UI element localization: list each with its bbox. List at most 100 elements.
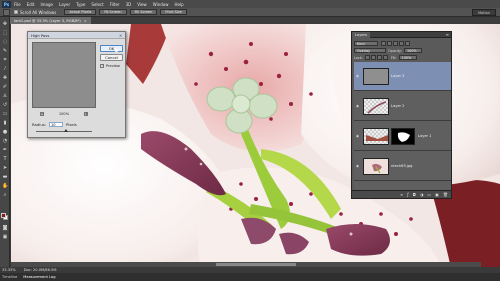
fill-input[interactable]: 100% [398, 55, 417, 60]
workspace-switcher[interactable]: Motion [472, 9, 496, 16]
quick-mask-icon[interactable]: ◙ [2, 225, 8, 231]
history-brush-tool-icon[interactable]: ↺ [2, 102, 8, 108]
new-group-icon[interactable]: ▭ [427, 192, 431, 197]
filter-type-icon[interactable] [393, 41, 398, 46]
layer-name: ntech65.jpg [391, 164, 413, 168]
trash-icon[interactable]: 🗑 [443, 192, 448, 197]
layer-mask-thumbnail[interactable] [391, 127, 415, 145]
document-tab-title: lant1.psd @ 33.3% (Layer 3, RGB/8*) [14, 18, 81, 23]
menu-select[interactable]: Select [91, 2, 103, 7]
dodge-tool-icon[interactable]: ◔ [2, 138, 8, 144]
lock-transparency-icon[interactable] [364, 55, 370, 60]
fill-screen-button[interactable]: Fill Screen [129, 9, 158, 15]
filter-preview[interactable] [32, 42, 96, 108]
preview-option[interactable]: ✓ Preview [100, 64, 120, 68]
link-layers-icon[interactable]: ∞ [400, 192, 403, 197]
panel-menu-icon[interactable]: ≡ [446, 32, 449, 37]
zoom-in-button[interactable]: + [84, 111, 88, 116]
tab-timeline[interactable]: Timeline [2, 275, 17, 279]
menu-file[interactable]: File [14, 2, 21, 7]
dialog-title: High Pass [28, 32, 125, 39]
radius-slider-thumb[interactable] [64, 129, 68, 132]
quick-select-tool-icon[interactable]: ✎ [2, 48, 8, 54]
menu-view[interactable]: View [137, 2, 147, 7]
preview-checkbox[interactable]: ✓ [100, 64, 104, 68]
marquee-tool-icon[interactable]: ⬚ [2, 30, 8, 36]
eraser-tool-icon[interactable]: ▭ [2, 111, 8, 117]
menu-filter[interactable]: Filter [110, 2, 120, 7]
status-doc-size[interactable]: Doc: 20.0M/86.5M [24, 268, 57, 272]
clone-stamp-tool-icon[interactable]: ♙ [2, 93, 8, 99]
layer-filter-select[interactable]: Kind [354, 41, 378, 46]
filter-smart-object-icon[interactable] [405, 41, 410, 46]
lock-pixels-icon[interactable] [370, 55, 376, 60]
ok-button[interactable]: OK [100, 45, 123, 52]
photo-thumbnail-art [364, 158, 388, 174]
new-layer-icon[interactable]: ▣ [435, 192, 439, 197]
radius-slider[interactable] [36, 129, 92, 132]
lock-all-icon[interactable] [382, 55, 388, 60]
menu-image[interactable]: Image [40, 2, 53, 7]
status-zoom[interactable]: 33.33% [2, 268, 16, 272]
layer-style-icon[interactable]: ƒ [407, 192, 408, 197]
hand-tool-icon[interactable]: ✋ [2, 183, 8, 189]
lock-position-icon[interactable] [376, 55, 382, 60]
crop-tool-icon[interactable]: ⌗ [2, 57, 8, 63]
layer-row[interactable]: ◉ Layer 1 [354, 122, 451, 151]
layer-row[interactable]: ◉ Layer 2 [354, 92, 451, 121]
radius-input[interactable]: 10 [49, 121, 64, 127]
shape-tool-icon[interactable]: ▬ [2, 174, 8, 180]
filter-shape-icon[interactable] [399, 41, 404, 46]
gradient-tool-icon[interactable]: ▮ [2, 120, 8, 126]
actual-pixels-button[interactable]: Actual Pixels [64, 9, 97, 15]
zoom-out-button[interactable]: − [40, 111, 44, 116]
cancel-button[interactable]: Cancel [100, 54, 123, 61]
layer-thumbnail [363, 97, 389, 115]
adjustment-layer-icon[interactable]: ◑ [420, 192, 424, 197]
layer-row[interactable]: ◉ ntech65.jpg [354, 152, 451, 181]
add-mask-icon[interactable]: ◘ [413, 192, 416, 197]
menu-3d[interactable]: 3D [126, 2, 132, 7]
type-tool-icon[interactable]: T [2, 156, 8, 162]
fit-screen-button[interactable]: Fit Screen [99, 9, 127, 15]
visibility-eye-icon[interactable]: ◉ [354, 74, 361, 79]
visibility-eye-icon[interactable]: ◉ [354, 134, 361, 139]
menu-type[interactable]: Type [76, 2, 85, 7]
close-icon[interactable]: × [118, 33, 123, 38]
menu-help[interactable]: Help [174, 2, 183, 7]
eyedropper-tool-icon[interactable]: ⁄ [2, 66, 8, 72]
layer-thumbnail [363, 67, 389, 85]
blend-mode-select[interactable]: Overlay [354, 48, 386, 53]
lasso-tool-icon[interactable]: ◌ [2, 39, 8, 45]
pen-tool-icon[interactable]: ✒ [2, 147, 8, 153]
visibility-eye-icon[interactable]: ◉ [354, 164, 361, 169]
menu-layer[interactable]: Layer [59, 2, 70, 7]
filter-pixel-icon[interactable] [381, 41, 386, 46]
fill-label: Fill: [390, 55, 397, 60]
path-selection-tool-icon[interactable]: ➤ [2, 165, 8, 171]
tab-layers[interactable]: Layers [352, 31, 370, 38]
menu-window[interactable]: Window [153, 2, 169, 7]
layer-row[interactable]: ◉ Layer 3 [354, 62, 451, 91]
filter-adjustment-icon[interactable] [387, 41, 392, 46]
tab-measurement-log[interactable]: Measurement Log [23, 275, 55, 279]
screen-mode-icon[interactable]: ▣ [2, 234, 8, 240]
close-icon[interactable]: × [84, 19, 87, 23]
blur-tool-icon[interactable]: ● [2, 129, 8, 135]
zoom-tool-preset-icon[interactable] [3, 8, 10, 16]
high-pass-dialog: High Pass × − 100% + Radius: 10 Pixels O… [27, 31, 126, 138]
opacity-input[interactable]: 100% [403, 48, 422, 53]
scrollbar-thumb[interactable] [216, 263, 296, 266]
scroll-all-windows-checkbox[interactable] [14, 10, 18, 14]
print-size-button[interactable]: Print Size [160, 9, 187, 15]
zoom-tool-icon[interactable]: ⌕ [2, 192, 8, 198]
menu-edit[interactable]: Edit [27, 2, 35, 7]
move-tool-icon[interactable]: ✥ [2, 21, 8, 27]
brush-tool-icon[interactable]: ✐ [2, 84, 8, 90]
healing-brush-tool-icon[interactable]: ✚ [2, 75, 8, 81]
document-tab[interactable]: lant1.psd @ 33.3% (Layer 3, RGB/8*) × [10, 17, 91, 24]
foreground-color-swatch[interactable] [1, 213, 6, 218]
layer-filter-row: Kind [354, 40, 411, 47]
layer-name: Layer 3 [391, 74, 405, 78]
visibility-eye-icon[interactable]: ◉ [354, 104, 361, 109]
